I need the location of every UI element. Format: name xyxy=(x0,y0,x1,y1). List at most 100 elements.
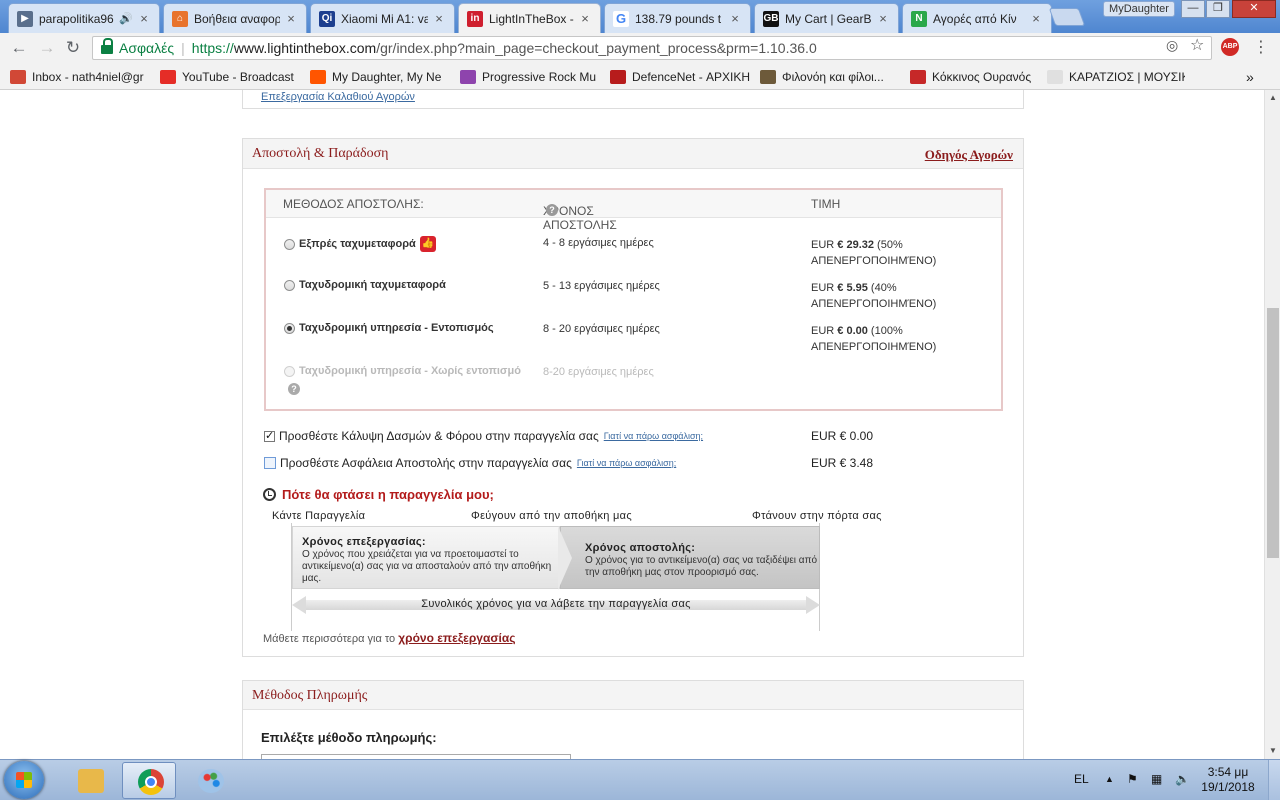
shipping-insurance-price: EUR € 3.48 xyxy=(811,456,874,470)
page-scrollbar[interactable]: ▲ ▼ xyxy=(1264,90,1280,759)
clock-time: 3:54 μμ xyxy=(1207,765,1249,779)
method-label: Ταχυδρομική υπηρεσία - Χωρίς εντοπισμό xyxy=(299,365,521,377)
shipping-method[interactable]: Εξπρές ταχυμεταφορά 👍 xyxy=(284,236,534,252)
timeline-label-order: Κάντε Παραγγελία xyxy=(272,510,366,522)
shipping-time: 4 - 8 εργάσιμες ημέρες xyxy=(543,237,654,249)
reload-button[interactable]: ↻ xyxy=(62,37,84,59)
price-amount: € 0.00 xyxy=(837,325,868,337)
taskbar-paint[interactable] xyxy=(182,762,236,799)
lock-icon xyxy=(101,38,113,54)
shipping-price: EUR € 0.00 (100% ΑΠΕΝΕΡΓΟΠΟΙΗΜΈΝΟ) xyxy=(811,323,991,355)
browser-tab[interactable]: ▶ parapolitika96 🔊 × xyxy=(8,3,160,33)
shipping-title: Αποστολή & Παράδοση xyxy=(252,146,389,161)
tab-close-icon[interactable]: × xyxy=(578,11,592,26)
bookmark-label: DefenceNet - ΑΡΧΙΚΗ xyxy=(632,69,751,84)
bookmark-favicon-icon xyxy=(760,69,776,84)
url-separator: | xyxy=(181,40,185,56)
help-icon[interactable]: ? xyxy=(288,383,300,395)
radio-postal-courier[interactable] xyxy=(284,279,295,291)
payment-header: Μέθοδος Πληρωμής xyxy=(243,681,1023,710)
adblock-icon[interactable]: ABP xyxy=(1221,38,1239,56)
price-prefix: EUR xyxy=(811,325,838,337)
tab-close-icon[interactable]: × xyxy=(728,11,742,26)
total-time-bar: Συνολικός χρόνος για να λάβετε την παραγ… xyxy=(292,596,820,614)
shipping-header: Αποστολή & Παράδοση Οδηγός Αγορών xyxy=(243,139,1023,169)
show-hidden-icons[interactable]: ▲ xyxy=(1105,774,1114,784)
browser-tab[interactable]: ⌂ Βοήθεια αναφορ × xyxy=(163,3,307,33)
processing-title: Χρόνος επεξεργασίας: xyxy=(302,536,426,548)
browser-tab[interactable]: N Αγορές από Κίν × xyxy=(902,3,1052,33)
bookmark-label: YouTube - Broadcast xyxy=(182,69,294,84)
tab-label: Αγορές από Κίν xyxy=(933,11,1017,26)
bookmark-item[interactable]: Φιλονόη και φίλοι... xyxy=(760,68,902,85)
why-insurance-link[interactable]: Γιατί να πάρω ασφάλιση; xyxy=(577,458,676,468)
processing-time-box: Χρόνος επεξεργασίας: Ο χρόνος που χρειάζ… xyxy=(292,526,560,589)
bookmark-item[interactable]: DefenceNet - ΑΡΧΙΚΗ xyxy=(610,68,752,85)
browser-tab[interactable]: G 138.79 pounds t × xyxy=(604,3,751,33)
bookmark-favicon-icon xyxy=(1047,69,1063,84)
url-scheme: https:// xyxy=(191,40,234,56)
bookmark-star-icon[interactable]: ☆ xyxy=(1190,35,1204,55)
bookmarks-overflow-button[interactable]: » xyxy=(1246,68,1254,85)
edit-cart-link[interactable]: Επεξεργασία Καλαθιού Αγορών xyxy=(261,91,415,103)
browser-tab[interactable]: GB My Cart | GearB × xyxy=(754,3,899,33)
new-tab-button[interactable] xyxy=(1048,8,1086,26)
shipping-table-header: ΜΕΘΟΔΟΣ ΑΠΟΣΤΟΛΗΣ: ΧΡΟΝΟΣ ΑΠΟΣΤΟΛΗΣ? ΤΙΜ… xyxy=(266,190,1001,232)
shipping-method[interactable]: Ταχυδρομική ταχυμεταφορά xyxy=(284,279,534,291)
scroll-down-arrow[interactable]: ▼ xyxy=(1265,743,1280,759)
duty-coverage-checkbox[interactable] xyxy=(264,429,275,442)
bookmark-item[interactable]: ΚΑΡΑΤΖΙΟΣ | ΜΟΥΣΙΚ xyxy=(1047,68,1185,85)
address-bar[interactable]: Ασφαλές | https://www.lightinthebox.com/… xyxy=(92,36,1212,60)
start-button[interactable] xyxy=(4,761,44,799)
flag-icon[interactable]: ⚑ xyxy=(1127,772,1138,786)
taskbar-explorer[interactable] xyxy=(62,762,116,799)
browser-tab[interactable]: Qi Xiaomi Mi A1: va × xyxy=(310,3,455,33)
shipping-method[interactable]: Ταχυδρομική υπηρεσία - Εντοπισμός xyxy=(284,322,534,334)
bookmark-item[interactable]: Progressive Rock Mu xyxy=(460,68,602,85)
why-insurance-link[interactable]: Γιατί να πάρω ασφάλιση; xyxy=(604,431,703,441)
tab-close-icon[interactable]: × xyxy=(432,11,446,26)
tab-close-icon[interactable]: × xyxy=(137,11,151,26)
network-icon[interactable]: ▦ xyxy=(1151,772,1162,786)
shipping-insurance-checkbox[interactable] xyxy=(264,457,276,469)
bookmark-item[interactable]: My Daughter, My Ne xyxy=(310,68,452,85)
bookmark-item[interactable]: Inbox - nath4niel@gr xyxy=(10,68,152,85)
duty-coverage-option[interactable]: Προσθέστε Κάλυψη Δασμών & Φόρου στην παρ… xyxy=(264,429,703,443)
language-indicator[interactable]: EL xyxy=(1074,772,1089,786)
scroll-thumb[interactable] xyxy=(1267,308,1279,558)
bookmark-item[interactable]: Κόκκινος Ουρανός xyxy=(910,68,1040,85)
bookmark-favicon-icon xyxy=(460,69,476,84)
method-label: Εξπρές ταχυμεταφορά xyxy=(299,238,416,250)
scroll-up-arrow[interactable]: ▲ xyxy=(1265,90,1280,106)
profile-button[interactable]: MyDaughter xyxy=(1103,1,1175,17)
bookmark-item[interactable]: YouTube - Broadcast xyxy=(160,68,302,85)
close-window-button[interactable]: ✕ xyxy=(1232,0,1276,18)
tab-close-icon[interactable]: × xyxy=(284,11,298,26)
shipping-insurance-option[interactable]: Προσθέστε Ασφάλεια Αποστολής στην παραγγ… xyxy=(264,456,676,470)
price-amount: € 5.95 xyxy=(837,282,868,294)
browser-tab[interactable]: in LightInTheBox - × xyxy=(458,3,601,33)
help-icon[interactable]: ? xyxy=(546,204,558,216)
back-button[interactable]: ← xyxy=(8,37,30,59)
tab-close-icon[interactable]: × xyxy=(1029,11,1043,26)
translate-icon[interactable]: ◎ xyxy=(1166,37,1178,54)
radio-express[interactable] xyxy=(284,238,295,250)
show-desktop-button[interactable] xyxy=(1268,760,1280,800)
radio-postal-tracking[interactable] xyxy=(284,322,295,334)
processing-time-link[interactable]: χρόνο επεξεργασίας xyxy=(398,631,515,645)
tab-close-icon[interactable]: × xyxy=(876,11,890,26)
system-clock[interactable]: 3:54 μμ 19/1/2018 xyxy=(1193,765,1263,795)
bookmark-favicon-icon xyxy=(10,69,26,84)
maximize-button[interactable]: ❐ xyxy=(1206,0,1230,18)
minimize-button[interactable]: — xyxy=(1181,0,1205,18)
duty-coverage-label: Προσθέστε Κάλυψη Δασμών & Φόρου στην παρ… xyxy=(279,429,599,443)
tab-audio-icon[interactable]: 🔊 xyxy=(119,12,133,25)
volume-icon[interactable]: 🔈 xyxy=(1175,772,1190,786)
shopping-guide-link[interactable]: Οδηγός Αγορών xyxy=(925,147,1013,163)
browser-menu-icon[interactable]: ⋮ xyxy=(1253,37,1269,57)
taskbar-chrome[interactable] xyxy=(122,762,176,799)
tab-label: My Cart | GearB xyxy=(785,11,872,26)
browser-tab-strip: ▶ parapolitika96 🔊 × ⌂ Βοήθεια αναφορ × Qi Xiaom… xyxy=(0,0,1280,33)
tab-favicon-icon: ⌂ xyxy=(172,10,188,27)
forward-button[interactable]: → xyxy=(36,37,58,59)
